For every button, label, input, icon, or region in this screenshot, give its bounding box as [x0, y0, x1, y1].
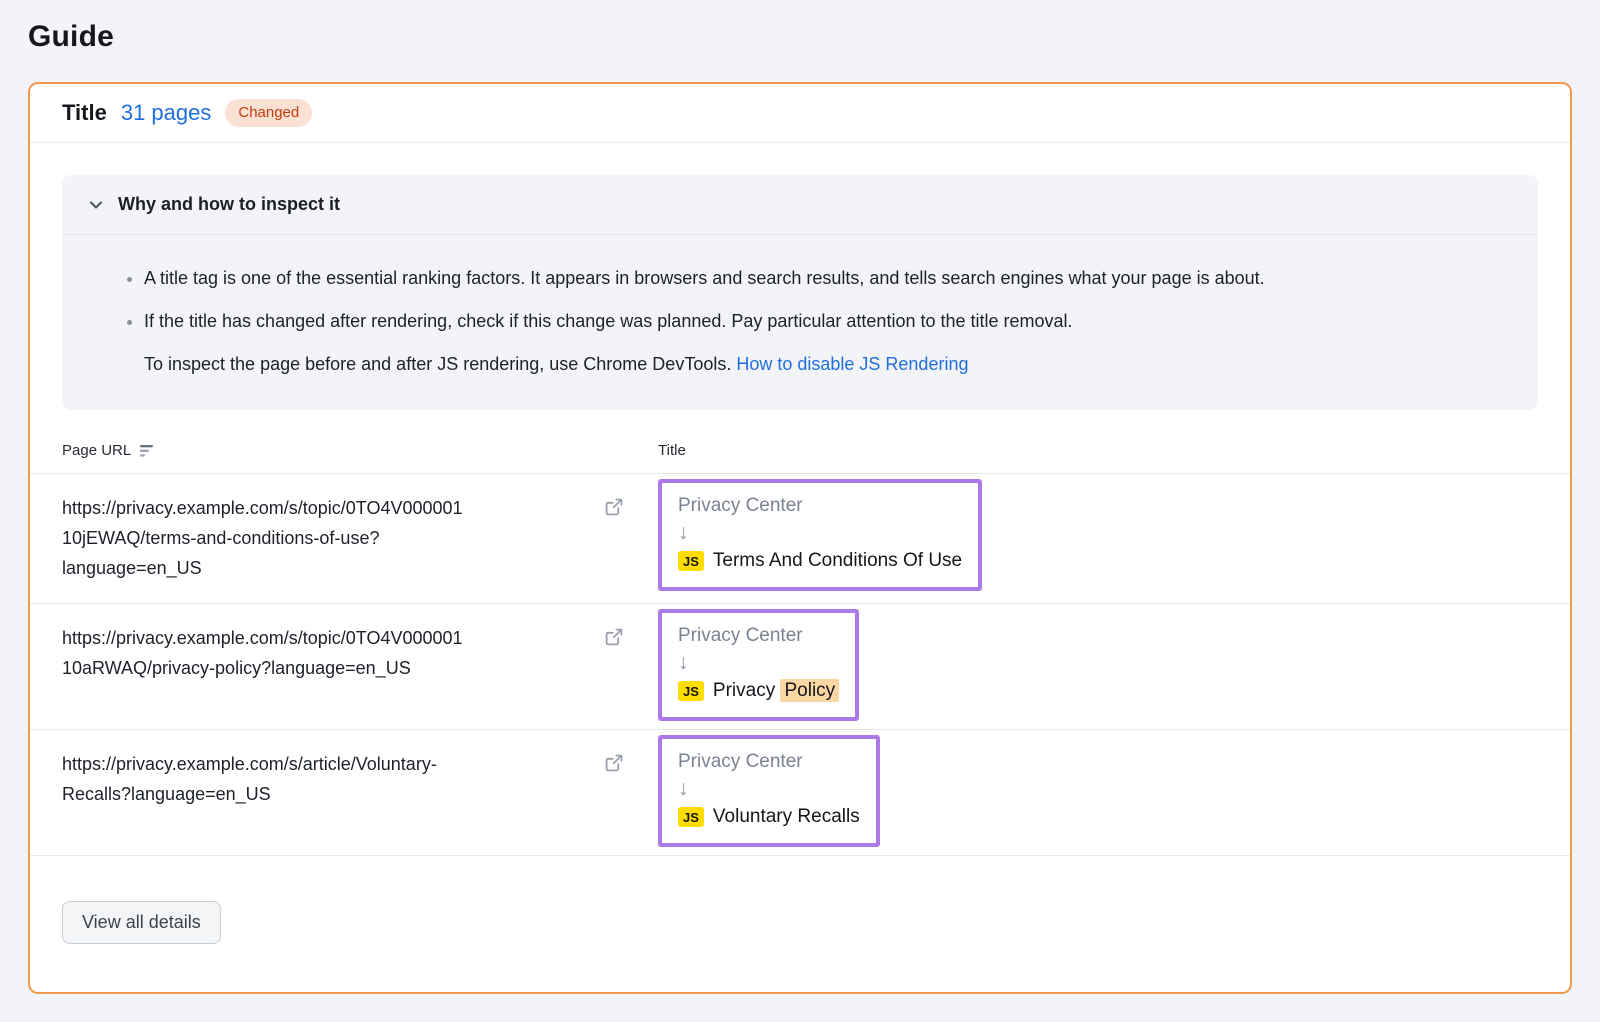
title-after: JS Privacy Policy [678, 677, 839, 705]
sort-icon [140, 445, 155, 457]
disable-js-rendering-link[interactable]: How to disable JS Rendering [736, 354, 968, 374]
title-before: Privacy Center [678, 748, 860, 775]
table-row: https://privacy.example.com/s/article/Vo… [30, 729, 1570, 855]
column-header-title: Title [658, 442, 686, 459]
table-row: https://privacy.example.com/s/topic/0TO4… [30, 603, 1570, 729]
inspect-bullet: If the title has changed after rendering… [144, 306, 1434, 380]
card-header: Title 31 pages Changed [30, 84, 1570, 143]
issue-title: Title [62, 100, 107, 126]
title-before: Privacy Center [678, 622, 839, 649]
down-arrow-icon: ↓ [678, 650, 839, 675]
view-all-details-button[interactable]: View all details [62, 901, 221, 944]
table-header-row: Page URL Title [30, 428, 1570, 474]
external-link-icon[interactable] [604, 497, 624, 517]
title-cell: Privacy Center↓ JS Voluntary Recalls [658, 730, 880, 855]
page-url: https://privacy.example.com/s/topic/0TO4… [62, 623, 594, 683]
title-change-box: Privacy Center↓ JS Voluntary Recalls [658, 735, 880, 847]
page-url-cell: https://privacy.example.com/s/article/Vo… [62, 730, 658, 855]
js-badge: JS [678, 551, 704, 571]
title-issue-card: Title 31 pages Changed Why and how to in… [28, 82, 1572, 994]
page-url-cell: https://privacy.example.com/s/topic/0TO4… [62, 604, 658, 729]
title-change-box: Privacy Center↓ JS Terms And Conditions Of… [658, 479, 982, 591]
title-diff-highlight: Policy [780, 679, 839, 702]
page-url-column-label: Page URL [62, 442, 131, 459]
external-link-icon[interactable] [604, 753, 624, 773]
inspect-bullet: A title tag is one of the essential rank… [144, 263, 1434, 294]
table-rows: https://privacy.example.com/s/topic/0TO4… [30, 474, 1570, 856]
inspect-note-text: To inspect the page before and after JS … [144, 354, 736, 374]
js-badge: JS [678, 807, 704, 827]
down-arrow-icon: ↓ [678, 776, 860, 801]
title-cell: Privacy Center↓ JS Terms And Conditions Of… [658, 474, 982, 603]
title-change-box: Privacy Center↓ JS Privacy Policy [658, 609, 859, 721]
down-arrow-icon: ↓ [678, 520, 962, 545]
inspect-bullet-text: If the title has changed after rendering… [144, 311, 1073, 331]
external-link-icon[interactable] [604, 627, 624, 647]
js-badge: JS [678, 681, 704, 701]
page-url: https://privacy.example.com/s/article/Vo… [62, 749, 594, 809]
title-after: JS Voluntary Recalls [678, 803, 860, 831]
table-row: https://privacy.example.com/s/topic/0TO4… [30, 474, 1570, 603]
card-footer: View all details [30, 867, 1570, 992]
status-badge: Changed [225, 99, 312, 127]
column-header-page-url[interactable]: Page URL [62, 442, 658, 459]
pages-count-link[interactable]: 31 pages [121, 100, 212, 126]
title-after-text: Terms And Conditions Of Use [713, 547, 962, 575]
inspect-panel: Why and how to inspect it A title tag is… [62, 175, 1538, 410]
inspect-panel-title: Why and how to inspect it [118, 194, 340, 215]
title-after: JS Terms And Conditions Of Use [678, 547, 962, 575]
title-before: Privacy Center [678, 492, 962, 519]
page-url: https://privacy.example.com/s/topic/0TO4… [62, 493, 594, 583]
title-after-text: Privacy Policy [713, 677, 839, 705]
inspect-note: To inspect the page before and after JS … [144, 349, 1434, 380]
title-cell: Privacy Center↓ JS Privacy Policy [658, 604, 859, 729]
inspect-panel-toggle[interactable]: Why and how to inspect it [62, 175, 1538, 235]
page-url-cell: https://privacy.example.com/s/topic/0TO4… [62, 474, 658, 603]
chevron-down-icon [88, 197, 104, 213]
inspect-bullet-list: A title tag is one of the essential rank… [88, 263, 1512, 380]
inspect-panel-body: A title tag is one of the essential rank… [62, 235, 1538, 410]
page-title: Guide [28, 20, 1572, 54]
title-after-text: Voluntary Recalls [713, 803, 860, 831]
